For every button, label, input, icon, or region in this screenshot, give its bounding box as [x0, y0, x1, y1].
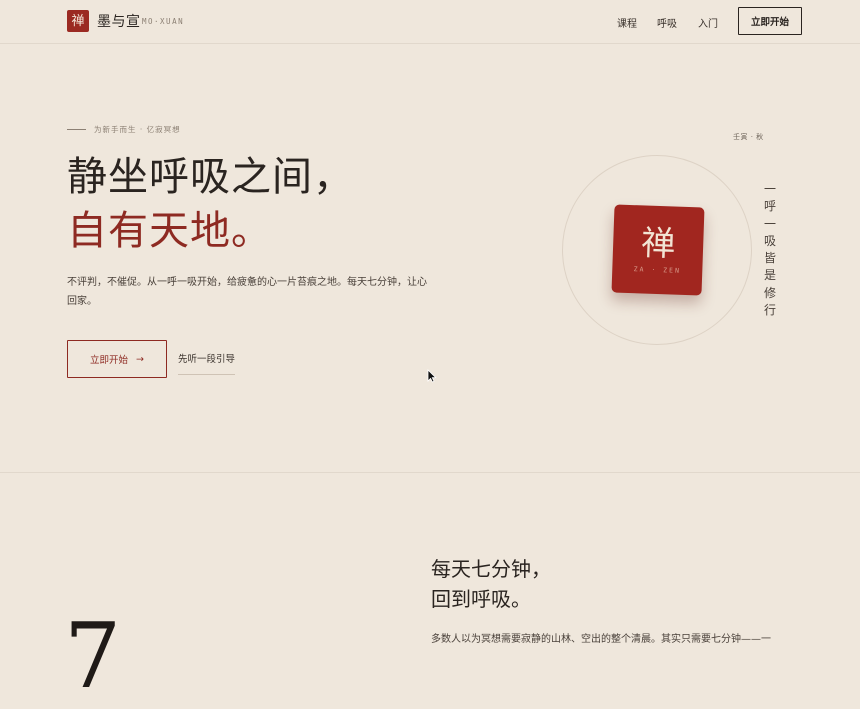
nav-course[interactable]: 课程 [617, 15, 637, 30]
brand-name[interactable]: 墨与宣 [97, 11, 141, 31]
zen-seal-card: 禅 ZA · ZEN [611, 204, 705, 296]
brand-latin: MO·XUAN [142, 17, 185, 26]
hero-start-button[interactable]: 立即开始 → [67, 340, 167, 378]
mouse-cursor-icon [427, 369, 437, 383]
big-numeral: 7 [64, 604, 122, 709]
vertical-motto: 一呼一吸皆是修行 [763, 182, 776, 318]
hero-title: 静坐呼吸之间， 自有天地。 [67, 150, 354, 258]
section-divider [0, 472, 860, 473]
start-button-label: 立即开始 [90, 355, 129, 366]
section-body: 多数人以为冥想需要寂静的山林、空出的整个清晨。其实只需要七分钟——一 [431, 634, 771, 645]
hero-title-line2: 自有天地。 [67, 208, 272, 254]
listen-guide-link[interactable]: 先听一段引导 [178, 351, 236, 375]
nav-breath[interactable]: 呼吸 [657, 15, 677, 30]
section-title-line1: 每天七分钟， [431, 557, 551, 581]
logo-icon[interactable]: 禅 [67, 10, 89, 32]
header-start-button[interactable]: 立即开始 [738, 7, 802, 35]
nav-intro[interactable]: 入门 [698, 15, 718, 30]
hero-description: 不评判，不催促。从一呼一吸开始，给疲惫的心一片苔痕之地。每天七分钟，让心回家。 [67, 277, 427, 307]
hero-title-line1: 静坐呼吸之间， [67, 154, 354, 200]
eyebrow-divider [67, 129, 86, 130]
zen-seal-char: 禅 [640, 223, 676, 265]
eyebrow-text: 为新手而生 · 亿寂冥想 [94, 125, 181, 134]
season-label: 壬寅 · 秋 [733, 133, 764, 141]
hero-eyebrow: 为新手而生 · 亿寂冥想 [67, 124, 181, 135]
section-title: 每天七分钟， 回到呼吸。 [431, 554, 551, 614]
zen-seal-latin: ZA · ZEN [633, 265, 682, 275]
section-title-line2: 回到呼吸。 [431, 587, 531, 611]
site-header: 禅 墨与宣 MO·XUAN 课程 呼吸 入门 立即开始 [0, 0, 860, 44]
arrow-right-icon: → [136, 353, 144, 365]
